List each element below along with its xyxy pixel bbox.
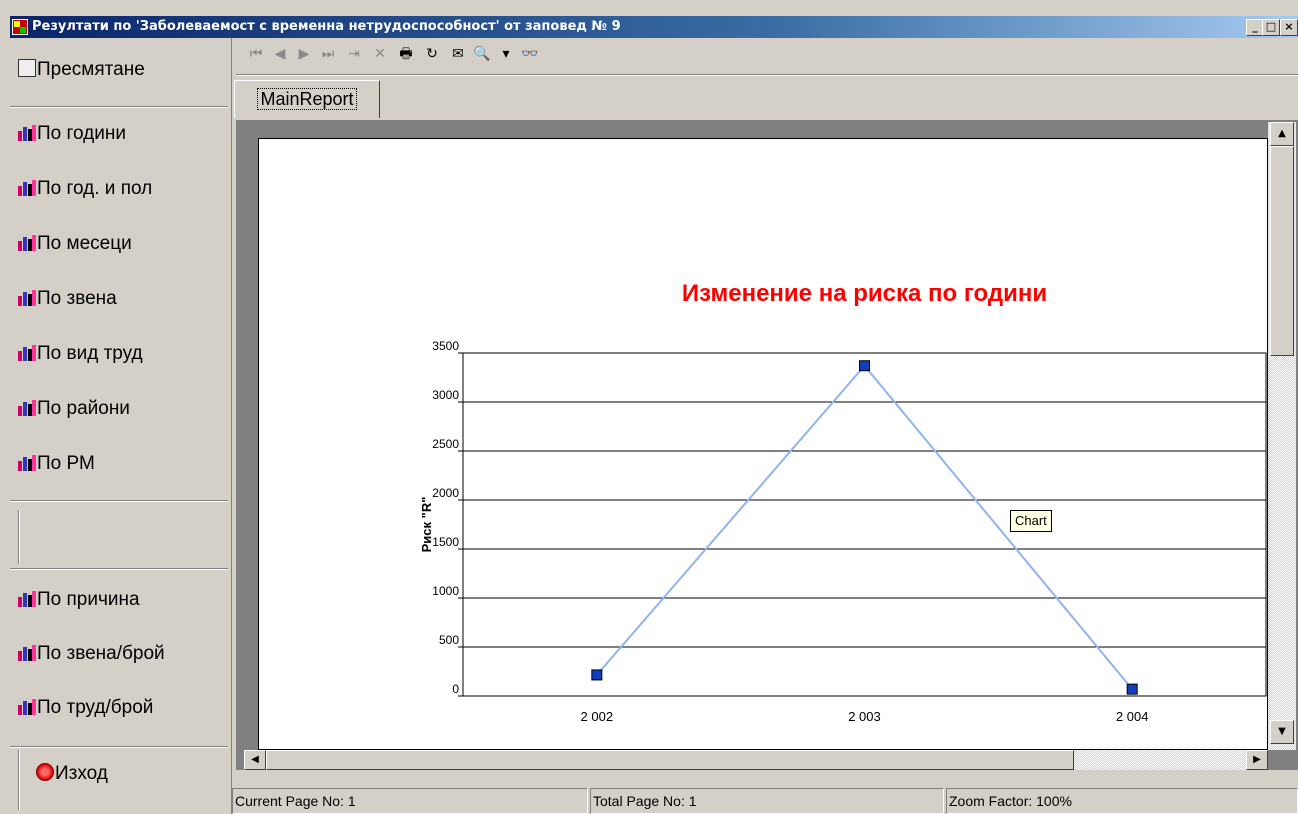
- sidebar-item-5[interactable]: По вид труд: [14, 332, 234, 376]
- maximize-button[interactable]: □: [1262, 19, 1280, 36]
- chart-icon: [18, 588, 36, 607]
- exit-label: Изход: [55, 763, 108, 784]
- x-tick-label: 2 002: [581, 709, 614, 724]
- window-title: Резултати по 'Заболеваемост с временна н…: [32, 19, 621, 34]
- chart-icon: [18, 177, 36, 196]
- data-point: [591, 669, 603, 681]
- x-tick-label: 2 003: [848, 709, 881, 724]
- calculate-label: Пресмятане: [37, 59, 145, 80]
- calculate-button[interactable]: Пресмятане: [14, 48, 234, 92]
- y-tick-label: 2500: [432, 437, 459, 451]
- y-tick-label: 1500: [432, 535, 459, 549]
- chart-icon: [18, 397, 36, 416]
- sidebar-item-4[interactable]: По звена: [14, 277, 234, 321]
- sidebar-item-2[interactable]: По звена/брой: [14, 632, 234, 676]
- sidebar-item-7[interactable]: По РМ: [14, 442, 234, 486]
- sidebar-item-label: По год. и пол: [37, 178, 153, 199]
- line-chart[interactable]: Изменение на риска по години 0 500 1000 1500…: [259, 139, 1269, 751]
- y-tick-label: 0: [452, 682, 459, 696]
- refresh-icon[interactable]: ↻: [422, 44, 442, 64]
- close-button[interactable]: ×: [1280, 19, 1298, 36]
- prev-page-icon[interactable]: ◀: [270, 44, 290, 64]
- sidebar-item-label: По звена: [37, 288, 117, 309]
- zoom-icon[interactable]: 🔍: [472, 44, 492, 64]
- sidebar-item-2[interactable]: По год. и пол: [14, 167, 234, 211]
- tab-main-report[interactable]: MainReport: [234, 80, 380, 118]
- y-tick-label: 3000: [432, 388, 459, 402]
- print-icon[interactable]: 🖶: [396, 44, 416, 64]
- status-total-page: Total Page No: 1: [590, 788, 944, 814]
- sidebar-divider: [10, 568, 228, 570]
- tab-main-report-label: MainReport: [257, 88, 357, 110]
- stop-icon[interactable]: ✕: [370, 44, 390, 64]
- chart-icon: [18, 342, 36, 361]
- last-page-icon[interactable]: ⏭: [318, 44, 338, 64]
- horizontal-scrollbar[interactable]: ◀ ▶: [244, 750, 1268, 770]
- chart-icon: [18, 642, 36, 661]
- sidebar-item-label: По звена/брой: [37, 643, 165, 664]
- sidebar-item-label: По години: [37, 123, 126, 144]
- y-tick-label: 3500: [432, 339, 459, 353]
- scroll-right-button[interactable]: ▶: [1246, 750, 1268, 770]
- report-page: Изменение на риска по години 0 500 1000 1500…: [258, 138, 1268, 750]
- plot-area: [462, 352, 1267, 697]
- sidebar-item-label: По месеци: [37, 233, 132, 254]
- y-tick-label: 1000: [432, 584, 459, 598]
- sidebar-divider: [10, 106, 228, 108]
- chart-icon: [18, 122, 36, 141]
- exit-button[interactable]: Изход: [14, 752, 252, 796]
- window-title-bar[interactable]: Резултати по 'Заболеваемост с временна н…: [10, 16, 1298, 38]
- toolbar-divider: [236, 74, 1298, 76]
- sidebar-item-1[interactable]: По причина: [14, 578, 234, 622]
- export-icon[interactable]: ✉: [448, 44, 468, 64]
- chart-icon: [18, 232, 36, 251]
- data-point: [859, 360, 870, 372]
- sidebar-item-3[interactable]: По труд/брой: [14, 686, 234, 730]
- x-tick-label: 2 004: [1116, 709, 1149, 724]
- search-icon[interactable]: 👓: [520, 44, 540, 64]
- horizontal-scroll-thumb[interactable]: [266, 750, 1074, 770]
- first-page-icon[interactable]: ⏮: [246, 44, 266, 64]
- sidebar: Пресмятане По години По год. и пол По месе…: [10, 38, 232, 814]
- sidebar-item-label: По РМ: [37, 453, 95, 474]
- scroll-up-button[interactable]: ▲: [1270, 122, 1294, 146]
- y-tick-label: 2000: [432, 486, 459, 500]
- chart-icon: [18, 696, 36, 715]
- chart-tooltip: Chart: [1010, 510, 1052, 532]
- dropdown-icon[interactable]: ▾: [496, 44, 516, 64]
- vertical-scrollbar[interactable]: ▲ ▼: [1268, 122, 1296, 750]
- sidebar-item-1[interactable]: По години: [14, 112, 234, 156]
- status-current-page: Current Page No: 1: [232, 788, 588, 814]
- vertical-scroll-thumb[interactable]: [1270, 146, 1294, 356]
- chart-icon: [18, 287, 36, 306]
- next-page-icon[interactable]: ▶: [294, 44, 314, 64]
- sidebar-divider: [10, 500, 228, 502]
- y-axis-label: Риск "R": [419, 497, 434, 553]
- status-zoom: Zoom Factor: 100%: [946, 788, 1298, 814]
- sidebar-item-label: По причина: [37, 589, 140, 610]
- app-icon: [12, 19, 28, 35]
- scroll-down-button[interactable]: ▼: [1270, 720, 1294, 744]
- sidebar-item-3[interactable]: По месеци: [14, 222, 234, 266]
- sidebar-item-label: По райони: [37, 398, 130, 419]
- chart-icon: [18, 452, 36, 471]
- sidebar-divider: [10, 746, 228, 748]
- chart-title: Изменение на риска по години: [682, 280, 1047, 307]
- scroll-left-button[interactable]: ◀: [244, 750, 266, 770]
- sidebar-divider: [18, 510, 20, 564]
- y-tick-label: 500: [439, 633, 459, 647]
- sidebar-item-6[interactable]: По райони: [14, 387, 234, 431]
- sidebar-item-label: По труд/брой: [37, 697, 154, 718]
- exit-icon: [36, 762, 54, 781]
- sidebar-item-label: По вид труд: [37, 343, 143, 364]
- calculator-icon: [18, 58, 36, 77]
- goto-page-icon[interactable]: ⇥: [344, 44, 364, 64]
- data-point: [1126, 683, 1138, 695]
